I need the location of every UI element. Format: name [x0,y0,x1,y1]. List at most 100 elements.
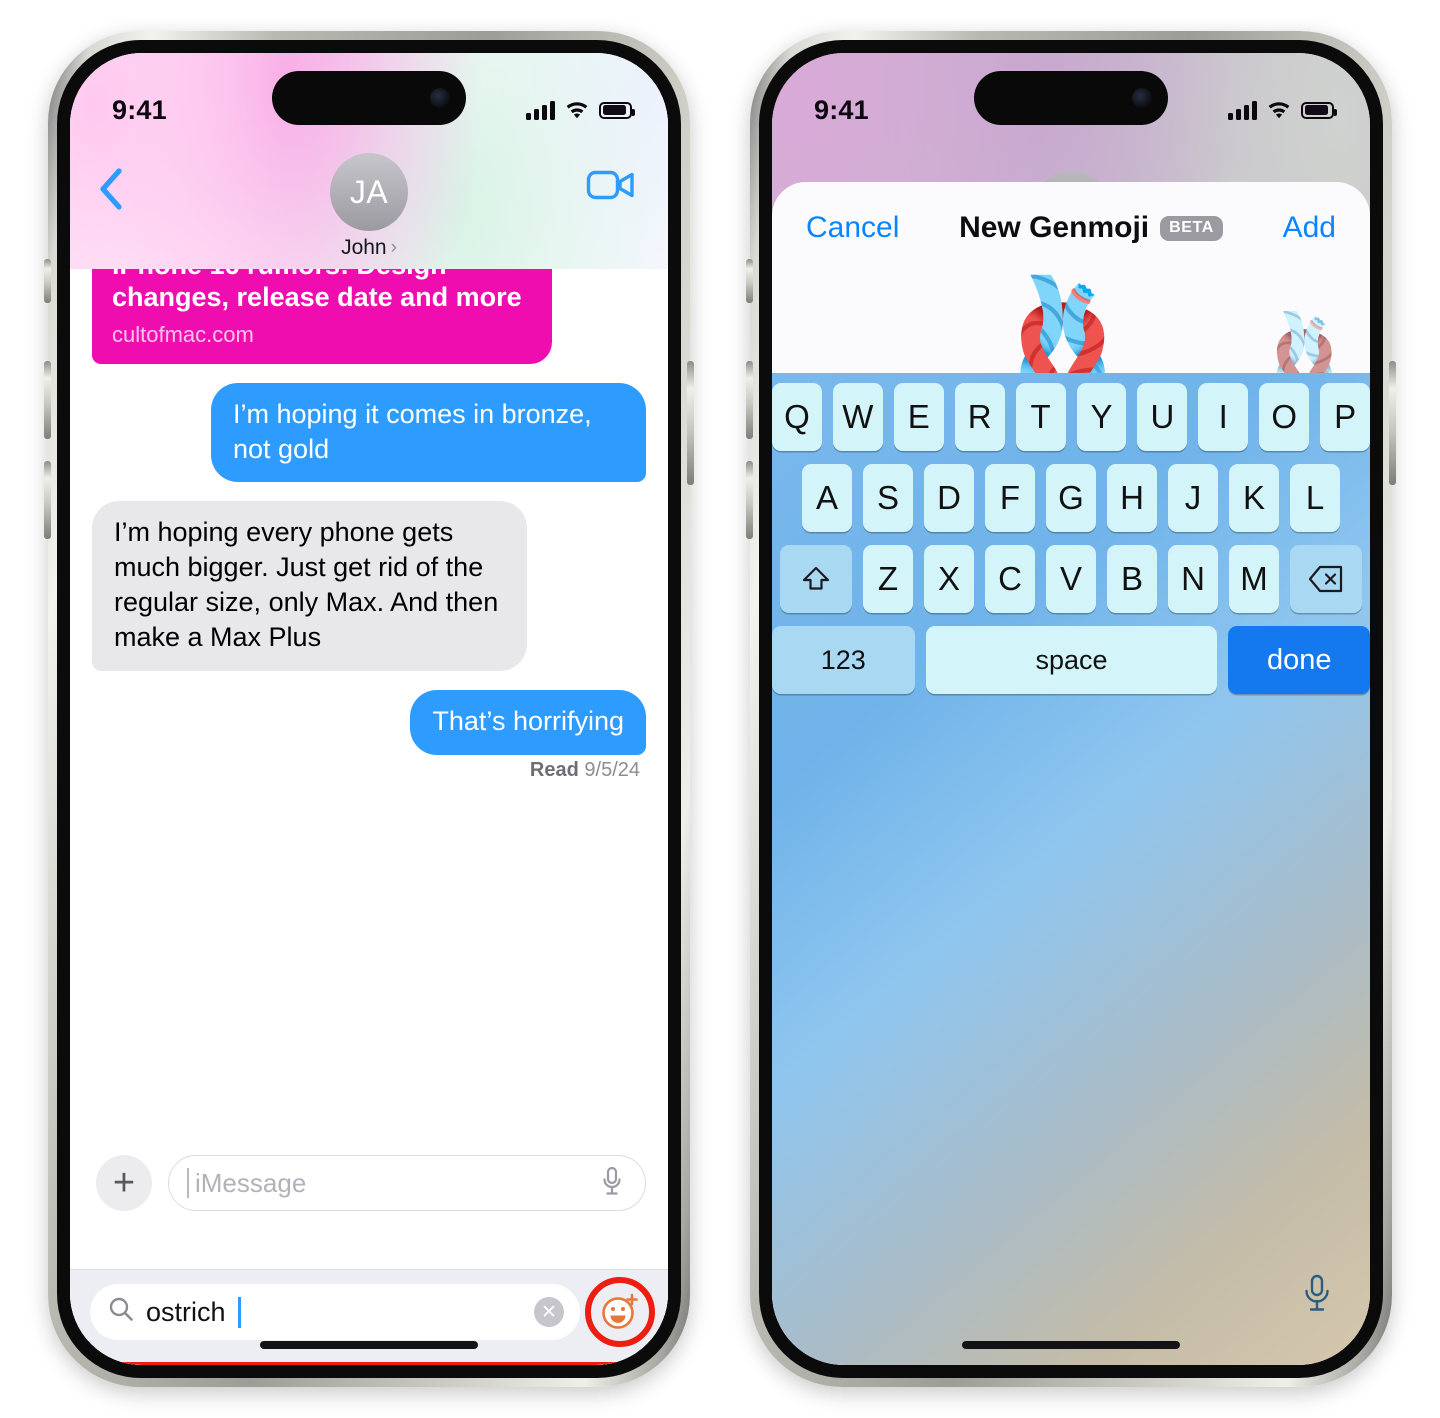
key-e[interactable]: E [893,383,944,451]
emoji-search-input[interactable]: ostrich ✕ [90,1284,580,1340]
volume-up-button[interactable] [746,361,753,439]
dynamic-island-left [272,71,466,125]
keyboard-row-3: Z X C V B N M [772,545,1370,613]
signal-bars-icon [526,100,555,120]
clear-icon[interactable]: ✕ [534,1297,564,1327]
keyboard-row-4: 123 space done [772,626,1370,694]
power-button[interactable] [687,361,694,485]
key-k[interactable]: K [1229,464,1279,532]
read-receipt: Read 9/5/24 [92,759,646,782]
key-h[interactable]: H [1107,464,1157,532]
add-button[interactable]: Add [1283,211,1336,245]
key-r[interactable]: R [954,383,1005,451]
key-g[interactable]: G [1046,464,1096,532]
link-title: iPhone 16 rumors: Design changes, releas… [112,269,522,313]
volume-up-button[interactable] [44,361,51,439]
facetime-video-icon[interactable] [586,167,636,208]
key-j[interactable]: J [1168,464,1218,532]
key-n[interactable]: N [1168,545,1218,613]
contact-name: John › [341,236,397,260]
key-u[interactable]: U [1137,383,1188,451]
incoming-bubble[interactable]: I’m hoping every phone gets much bigger.… [92,501,527,671]
message-row: I’m hoping it comes in bronze, not gold [92,382,646,483]
key-z[interactable]: Z [863,545,913,613]
bezel-left: 9:41 JA John › changes, release date and… [57,40,681,1378]
message-row: That’s horrifying [92,689,646,755]
iphone-right: 9:41 Cancel New Genmoji BETA Add 🪢 🪢 Q W… [746,31,1396,1387]
conversation-nav-bar: JA John › [70,141,668,273]
home-indicator[interactable] [260,1341,478,1349]
screenshot-root: 9:41 JA John › changes, release date and… [0,0,1440,1418]
key-x[interactable]: X [924,545,974,613]
key-t[interactable]: T [1015,383,1066,451]
imessage-placeholder: iMessage [195,1167,307,1198]
attach-plus-button[interactable]: + [96,1155,152,1211]
avatar: JA [330,153,408,231]
beta-badge: BETA [1160,215,1223,241]
key-l[interactable]: L [1290,464,1340,532]
key-y[interactable]: Y [1076,383,1127,451]
backspace-icon [1308,565,1343,593]
composer-area: + iMessage ostrich ✕ [70,1139,668,1365]
numbers-key[interactable]: 123 [772,626,915,694]
keyboard-bottom-bar [772,1261,1370,1365]
shift-icon [802,566,830,590]
message-thread[interactable]: iPhone 16 rumors: Design changes, releas… [70,269,668,1139]
keyboard-row-1: Q W E R T Y U I O P [772,383,1370,451]
key-b[interactable]: B [1107,545,1157,613]
backspace-key[interactable] [1290,545,1362,613]
cancel-button[interactable]: Cancel [806,211,899,245]
sheet-title-text: New Genmoji [959,211,1150,244]
dynamic-island-right [974,71,1168,125]
shift-key[interactable] [780,545,852,613]
key-w[interactable]: W [832,383,883,451]
signal-bars-icon [1228,100,1257,120]
contact-header[interactable]: JA John › [330,153,408,260]
key-s[interactable]: S [863,464,913,532]
genmoji-button[interactable] [585,1277,655,1347]
action-button[interactable] [746,259,753,303]
home-indicator[interactable] [962,1341,1180,1349]
key-i[interactable]: I [1198,383,1249,451]
chevron-right-icon: › [390,237,397,258]
power-button[interactable] [1389,361,1396,485]
text-caret [237,1296,241,1328]
sheet-nav-bar: Cancel New Genmoji BETA Add [772,182,1370,274]
space-key[interactable]: space [925,626,1218,694]
key-p[interactable]: P [1320,383,1370,451]
microphone-icon[interactable] [601,1166,627,1201]
done-key[interactable]: done [1228,626,1370,694]
status-indicators [526,100,635,120]
screen-left: 9:41 JA John › changes, release date and… [70,53,668,1365]
key-c[interactable]: C [985,545,1035,613]
key-q[interactable]: Q [772,383,822,451]
create-new-emoji-button[interactable]: Create New Emoji [98,1362,640,1365]
iphone-left: 9:41 JA John › changes, release date and… [44,31,694,1387]
battery-icon [1301,101,1337,119]
volume-down-button[interactable] [44,461,51,539]
front-camera-icon [430,88,450,108]
message-row: I’m hoping every phone gets much bigger.… [92,501,646,671]
screen-right: 9:41 Cancel New Genmoji BETA Add 🪢 🪢 Q W… [772,53,1370,1365]
keyboard-row-2: A S D F G H J K L [772,464,1370,532]
imessage-input[interactable]: iMessage [168,1155,646,1211]
outgoing-bubble[interactable]: That’s horrifying [410,689,646,755]
key-m[interactable]: M [1229,545,1279,613]
highlight-circle-annotation [585,1277,655,1347]
action-button[interactable] [44,259,51,303]
key-d[interactable]: D [924,464,974,532]
key-o[interactable]: O [1259,383,1310,451]
keyboard-right: Q W E R T Y U I O P A S D F G H J K L Z … [772,373,1370,1365]
battery-icon [599,101,635,119]
volume-down-button[interactable] [746,461,753,539]
outgoing-bubble[interactable]: I’m hoping it comes in bronze, not gold [211,382,646,483]
front-camera-icon [1132,88,1152,108]
key-f[interactable]: F [985,464,1035,532]
status-time: 9:41 [112,94,167,125]
link-preview-bubble[interactable]: iPhone 16 rumors: Design changes, releas… [92,269,552,364]
message-row: iPhone 16 rumors: Design changes, releas… [92,269,646,364]
key-v[interactable]: V [1046,545,1096,613]
back-chevron-icon[interactable] [98,167,124,211]
dictation-microphone-icon[interactable] [1302,1273,1332,1318]
key-a[interactable]: A [802,464,852,532]
